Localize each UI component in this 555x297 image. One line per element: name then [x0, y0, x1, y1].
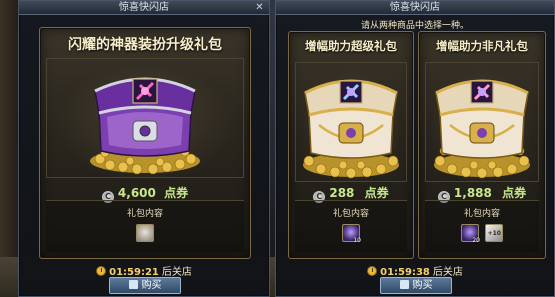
window-title: 惊喜快闪店	[119, 2, 169, 13]
price-value: 4,600	[117, 186, 156, 200]
background-wall	[0, 0, 20, 297]
gift-contents-box: 礼包内容 10	[295, 200, 407, 252]
gift-panel[interactable]: 闪耀的神器装扮升级礼包 C 4,600 点券 礼包内容	[39, 27, 251, 259]
choose-instruction: 请从两种商品中选择一种。	[360, 21, 469, 31]
buy-button[interactable]: 购买	[380, 277, 452, 294]
item-count-badge: 10	[353, 237, 361, 244]
window-titlebar[interactable]: 惊喜快闪店	[276, 1, 554, 15]
clock-icon	[96, 266, 107, 276]
chest-image-area	[46, 58, 244, 178]
gift-contents-box: 礼包内容 20 +10	[425, 200, 539, 252]
shop-timer: 01:59:38 后关店	[276, 263, 554, 278]
buy-label: 购买	[141, 280, 162, 291]
clock-icon	[367, 266, 378, 276]
cart-icon	[399, 280, 409, 289]
contents-label: 礼包内容	[126, 209, 163, 219]
buy-button[interactable]: 购买	[109, 277, 181, 294]
purple-treasure-chest-icon	[90, 77, 200, 175]
gold-treasure-chest-icon	[303, 79, 399, 179]
price-currency: 点券	[364, 186, 389, 200]
chest-image-area	[425, 62, 539, 182]
gift-panel-2[interactable]: 增幅助力非凡礼包 C 1,888 点券 礼包内容 20 +10	[418, 31, 546, 259]
shop-timer: 01:59:21 后关店	[19, 263, 269, 278]
gift-name: 增幅助力超级礼包	[305, 39, 397, 53]
price-value: 288	[329, 186, 355, 200]
buy-label: 购买	[412, 280, 433, 291]
amplify-orb-icon[interactable]: 20	[461, 224, 480, 244]
price-currency: 点券	[164, 186, 189, 200]
contents-label: 礼包内容	[332, 209, 369, 219]
flash-shop-window-left: 惊喜快闪店 ✕ 闪耀的神器装扮升级礼包 C 4,600 点券 礼包内容 01:5…	[18, 0, 270, 297]
price-value: 1,888	[453, 186, 492, 200]
cart-icon	[128, 280, 138, 289]
amplify-orb-icon[interactable]: 10	[342, 224, 361, 244]
window-titlebar[interactable]: 惊喜快闪店 ✕	[19, 1, 269, 15]
gold-treasure-chest-icon	[434, 79, 530, 179]
gift-panel-1[interactable]: 增幅助力超级礼包 C 288 点券 礼包内容 10	[288, 31, 414, 259]
plus-buff-icon[interactable]: +10	[485, 224, 503, 242]
close-icon[interactable]: ✕	[254, 2, 265, 13]
contents-label: 礼包内容	[463, 209, 500, 219]
price-currency: 点券	[502, 186, 527, 200]
item-count-badge: +10	[487, 230, 501, 237]
gift-name: 增幅助力非凡礼包	[436, 39, 528, 53]
item-count-badge: 20	[472, 237, 480, 244]
window-title: 惊喜快闪店	[390, 2, 440, 13]
chest-image-area	[295, 62, 407, 182]
box-scroll-icon[interactable]	[136, 224, 154, 242]
flash-shop-window-right: 惊喜快闪店 请从两种商品中选择一种。 增幅助力超级礼包 C 288 点券 礼包内…	[275, 0, 555, 297]
gift-contents-box: 礼包内容	[46, 200, 244, 252]
gift-name: 闪耀的神器装扮升级礼包	[68, 37, 222, 53]
